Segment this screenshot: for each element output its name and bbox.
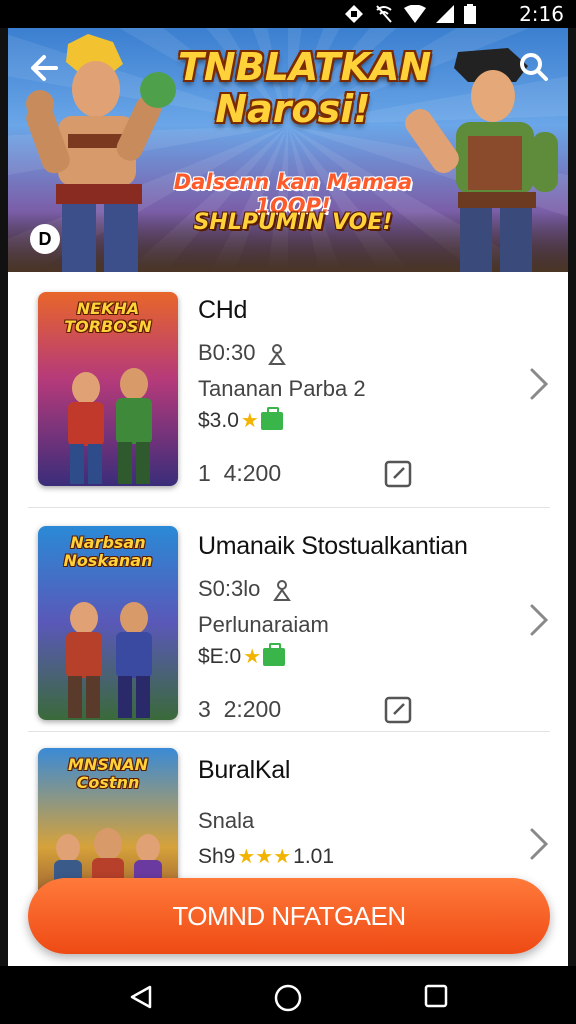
list-item[interactable]: NEKHA TORBOSN CHd B0:30 Tananan Parba 2 … (8, 272, 568, 494)
hero-banner[interactable]: TNBLATKAN Narosi! Dalsenn kan Mamaa 1OOP… (8, 28, 568, 272)
game-genre: Perlunaraiam (198, 612, 329, 637)
game-stat: 3 2:200 (198, 696, 282, 722)
primary-cta-button[interactable]: TOMND NFATGAEN (28, 878, 550, 954)
game-title: CHd (198, 296, 248, 324)
game-meta: B0:30 (198, 340, 286, 366)
system-nav-bar (0, 966, 576, 1024)
game-price: $E:0 ★ (198, 642, 286, 669)
star-icon: ★★★ (237, 846, 292, 868)
badge: D (30, 224, 60, 254)
game-price: $3.0 ★ (198, 406, 283, 433)
game-meta: S0:3lo (198, 576, 291, 602)
game-rating: Sh9 ★★★ 1.01 (198, 844, 335, 869)
bag-icon (263, 642, 286, 666)
hero-subtagline: SHLPUMIN VOE! (193, 210, 393, 235)
recents-nav-icon[interactable] (424, 984, 448, 1008)
chevron-right-icon[interactable] (526, 602, 552, 638)
star-icon: ★ (243, 646, 262, 668)
hero-title: TNBLATKAN Narosi! (178, 45, 432, 131)
search-icon[interactable] (516, 50, 550, 84)
clock: 2:16 (519, 2, 564, 26)
game-cover: NEKHA TORBOSN (38, 292, 178, 486)
signal-icon (436, 5, 454, 23)
app-screen: TNBLATKAN Narosi! Dalsenn kan Mamaa 1OOP… (8, 28, 568, 966)
back-arrow-icon[interactable] (28, 52, 60, 84)
back-nav-icon[interactable] (128, 984, 154, 1010)
list-item[interactable]: Narbsan Noskanan Umanaik Stostualkantian… (8, 508, 568, 730)
game-meta: Snala (198, 808, 255, 833)
game-list: NEKHA TORBOSN CHd B0:30 Tananan Parba 2 … (8, 272, 568, 966)
star-icon: ★ (240, 410, 259, 432)
game-genre: Tananan Parba 2 (198, 376, 366, 401)
game-title: Umanaik Stostualkantian (198, 532, 468, 560)
battery-icon (464, 4, 476, 24)
chevron-right-icon[interactable] (526, 366, 552, 402)
chevron-right-icon[interactable] (526, 826, 552, 862)
game-cover: Narbsan Noskanan (38, 526, 178, 720)
edit-icon[interactable] (384, 696, 412, 724)
home-nav-icon[interactable] (274, 984, 302, 1012)
game-title: BuralKal (198, 756, 291, 784)
user-icon (272, 580, 291, 602)
edit-icon[interactable] (384, 460, 412, 488)
wifi-off-icon (376, 5, 392, 23)
bag-icon (260, 406, 283, 430)
game-stat: 1 4:200 (198, 460, 282, 486)
notification-icon (345, 5, 363, 23)
user-icon (267, 344, 286, 366)
status-bar: 2:16 (0, 0, 576, 28)
wifi-icon (404, 5, 426, 23)
